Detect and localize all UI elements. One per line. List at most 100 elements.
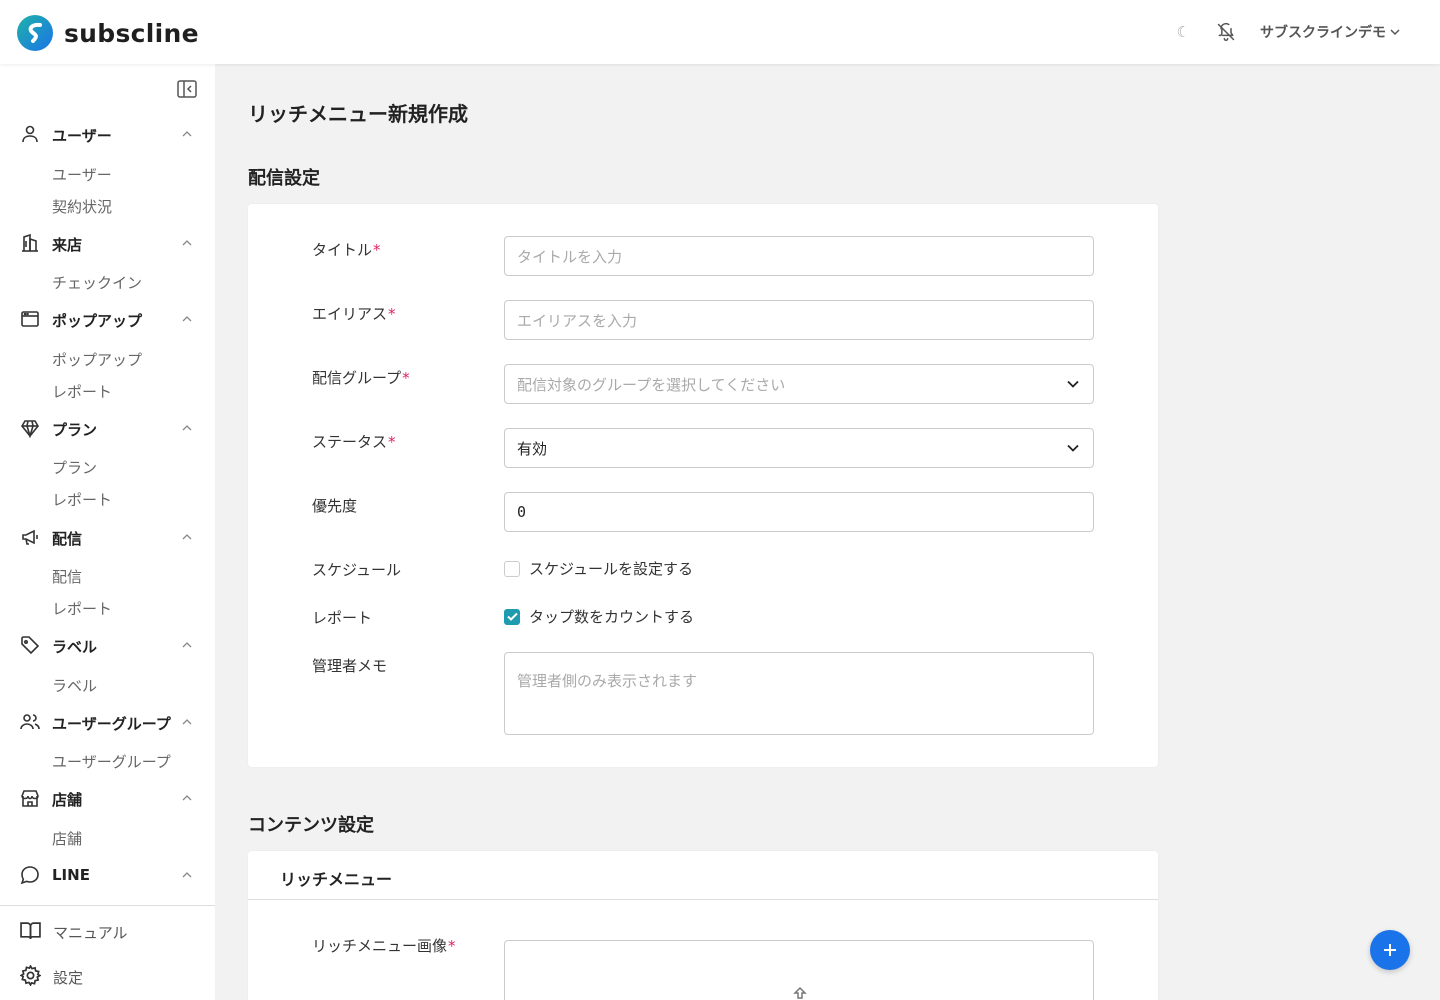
status-select-value: 有効 (517, 439, 548, 458)
group-select-placeholder: 配信対象のグループを選択してください (517, 375, 786, 394)
sidebar-footer-label: 設定 (53, 969, 84, 987)
store-icon (21, 790, 39, 807)
page-title: リッチメニュー新規作成 (248, 102, 468, 126)
check-icon (506, 612, 518, 621)
sidebar: ユーザー ユーザー 契約状況 来店 チェックイン ポップアップ ポップアップ レ… (0, 64, 215, 1000)
required-mark: * (388, 433, 396, 451)
priority-input[interactable]: 0 (504, 492, 1094, 532)
building-icon (22, 233, 38, 252)
chevron-up-icon (182, 719, 192, 725)
chevron-up-icon (182, 795, 192, 801)
floating-add-button[interactable] (1370, 930, 1410, 970)
app-name: subscline (64, 18, 199, 48)
sidebar-group-plans[interactable]: プラン (0, 418, 215, 440)
sidebar-item-popups[interactable]: ポップアップ (52, 349, 142, 370)
sidebar-item-checkin[interactable]: チェックイン (52, 272, 142, 293)
account-menu[interactable]: サブスクラインデモ (1260, 22, 1400, 42)
sidebar-group-popups[interactable]: ポップアップ (0, 309, 215, 331)
report-checkbox[interactable] (504, 608, 520, 625)
required-mark: * (388, 305, 396, 323)
section-title-delivery: 配信設定 (248, 168, 320, 189)
users-icon (20, 714, 40, 730)
group-field-label: 配信グループ* (312, 369, 410, 387)
sidebar-group-delivery[interactable]: 配信 (0, 527, 215, 549)
sidebar-group-label: ラベル (52, 638, 98, 656)
alias-input[interactable]: エイリアスを入力 (504, 300, 1094, 340)
status-select[interactable]: 有効 (504, 428, 1094, 468)
chevron-up-icon (182, 316, 192, 322)
sidebar-item-user-groups[interactable]: ユーザーグループ (52, 751, 171, 772)
chevron-up-icon (182, 131, 192, 137)
book-icon (20, 922, 41, 940)
memo-textarea[interactable]: 管理者側のみ表示されます (504, 652, 1094, 735)
sidebar-group-label: プラン (52, 421, 98, 439)
priority-value: 0 (517, 503, 527, 521)
chevron-up-icon (182, 872, 192, 878)
sidebar-item-settings[interactable]: 設定 (0, 965, 215, 989)
sidebar-group-user-groups[interactable]: ユーザーグループ (0, 712, 215, 734)
sidebar-item-delivery-report[interactable]: レポート (52, 598, 112, 619)
app-logo[interactable]: subscline (16, 14, 199, 52)
sidebar-item-popup-report[interactable]: レポート (52, 381, 112, 402)
user-icon (22, 125, 38, 143)
sidebar-group-visits[interactable]: 来店 (0, 233, 215, 255)
sidebar-group-label: 来店 (52, 236, 83, 254)
chevron-down-icon (1067, 380, 1079, 388)
required-mark: * (402, 369, 410, 387)
status-field-label: ステータス* (312, 433, 396, 451)
sidebar-item-labels[interactable]: ラベル (52, 675, 97, 696)
memo-field-label: 管理者メモ (312, 657, 388, 675)
image-upload-dropzone[interactable] (504, 940, 1094, 1000)
upload-arrow-icon (793, 986, 807, 999)
sidebar-item-contracts[interactable]: 契約状況 (52, 196, 112, 217)
report-field-label: レポート (312, 609, 373, 627)
sidebar-collapse-icon[interactable] (177, 80, 197, 98)
required-mark: * (373, 241, 381, 259)
sidebar-footer-label: マニュアル (53, 924, 128, 942)
dark-mode-toggle-icon[interactable]: ☾ (1177, 23, 1190, 41)
title-field-label: タイトル* (312, 241, 381, 259)
required-mark: * (448, 937, 456, 955)
sidebar-item-plan-report[interactable]: レポート (52, 489, 112, 510)
window-icon (21, 311, 39, 327)
sidebar-group-label: ユーザー (52, 127, 112, 145)
sidebar-group-label: ユーザーグループ (52, 715, 171, 733)
card-title: リッチメニュー (280, 870, 393, 889)
chevron-down-icon (1390, 29, 1400, 36)
schedule-field-label: スケジュール (312, 561, 401, 579)
title-input[interactable]: タイトルを入力 (504, 236, 1094, 276)
sidebar-divider (0, 905, 215, 906)
chat-bubble-icon (20, 866, 39, 885)
sidebar-group-label: ポップアップ (52, 312, 143, 330)
sidebar-item-delivery[interactable]: 配信 (52, 566, 82, 587)
megaphone-icon (22, 529, 38, 545)
sidebar-item-plans[interactable]: プラン (52, 457, 97, 478)
schedule-checkbox-label: スケジュールを設定する (529, 560, 693, 578)
rich-menu-image-label: リッチメニュー画像* (312, 937, 456, 955)
sidebar-group-line[interactable]: LINE (0, 865, 215, 887)
group-select[interactable]: 配信対象のグループを選択してください (504, 364, 1094, 404)
sidebar-group-label: LINE (52, 866, 90, 884)
sidebar-item-manual[interactable]: マニュアル (0, 920, 215, 944)
notification-bell-off-icon[interactable] (1216, 22, 1236, 42)
sidebar-item-stores[interactable]: 店舗 (52, 828, 82, 849)
sidebar-group-label: 配信 (52, 530, 83, 548)
plus-icon (1384, 944, 1396, 956)
report-checkbox-row[interactable]: タップ数をカウントする (504, 606, 694, 627)
section-title-content: コンテンツ設定 (248, 815, 374, 836)
chevron-down-icon (1067, 444, 1079, 452)
sidebar-group-users[interactable]: ユーザー (0, 124, 215, 146)
sidebar-group-labels[interactable]: ラベル (0, 635, 215, 657)
card-header: リッチメニュー (248, 851, 1158, 900)
sidebar-group-stores[interactable]: 店舗 (0, 788, 215, 810)
chevron-up-icon (182, 240, 192, 246)
account-name: サブスクラインデモ (1260, 25, 1386, 41)
report-checkbox-label: タップ数をカウントする (529, 608, 695, 626)
chevron-up-icon (182, 534, 192, 540)
schedule-checkbox[interactable] (504, 560, 520, 577)
diamond-icon (21, 420, 39, 438)
sidebar-group-label: 店舗 (52, 791, 83, 809)
tag-icon (21, 636, 40, 655)
schedule-checkbox-row[interactable]: スケジュールを設定する (504, 558, 693, 579)
sidebar-item-users[interactable]: ユーザー (52, 164, 112, 185)
